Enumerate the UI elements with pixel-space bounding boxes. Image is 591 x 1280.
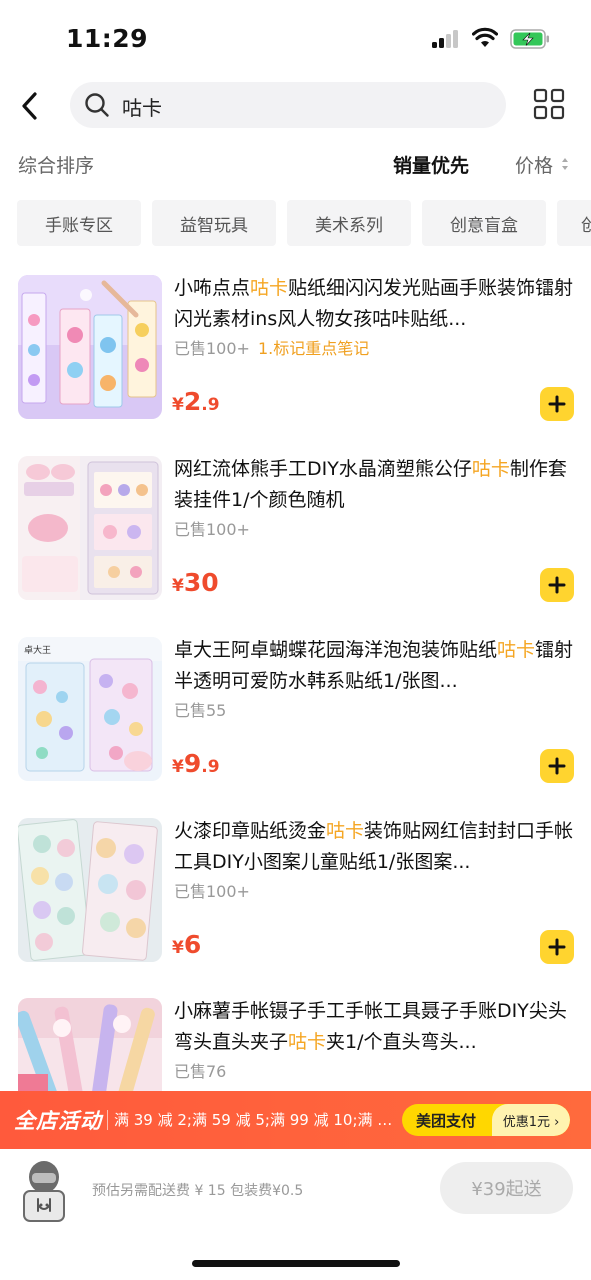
sort-price-button[interactable]: 价格 <box>515 151 553 178</box>
chevron-left-icon <box>22 92 37 120</box>
store-promo-bar[interactable]: 全店活动 满 39 减 2;满 59 减 5;满 99 减 10;满 1... … <box>0 1091 591 1149</box>
product-image[interactable] <box>18 456 162 600</box>
product-meta: 已售76 <box>174 1058 226 1082</box>
coupon-label: 优惠1元 › <box>492 1104 570 1136</box>
product-item[interactable]: 火漆印章贴纸烫金咕卡装饰贴网红信封封口手帐工具DIY小图案儿童贴纸1/张图案..… <box>0 818 591 998</box>
sold-count: 已售100+ <box>174 339 250 358</box>
product-title[interactable]: 火漆印章贴纸烫金咕卡装饰贴网红信封封口手帐工具DIY小图案儿童贴纸1/张图案..… <box>174 816 574 878</box>
product-meta: 已售100+ 1.标记重点笔记 <box>174 335 369 359</box>
sold-count: 已售100+ <box>174 520 250 539</box>
search-header: 咕卡 <box>0 78 591 134</box>
product-title[interactable]: 网红流体熊手工DIY水晶滴塑熊公仔咕卡制作套装挂件1/个颜色随机 <box>174 454 574 516</box>
meituan-pay-coupon[interactable]: 美团支付 优惠1元 › <box>402 1104 570 1136</box>
plus-icon <box>548 938 566 956</box>
category-chip[interactable]: 美术系列 <box>287 200 411 246</box>
sort-sales-button[interactable]: 销量优先 <box>393 151 469 178</box>
add-to-cart-button[interactable] <box>540 749 574 783</box>
search-input[interactable]: 咕卡 <box>70 82 506 128</box>
delivery-rider-icon[interactable] <box>18 1155 70 1225</box>
product-title[interactable]: 小麻薯手帐镊子手工手帐工具聂子手账DIY尖头弯头直头夹子咕卡夹1/个直头弯头..… <box>174 996 574 1058</box>
product-price: ¥9.9 <box>172 749 220 778</box>
promo-text: 满 39 减 2;满 59 减 5;满 99 减 10;满 1... <box>114 1111 396 1129</box>
sort-default-button[interactable]: 综合排序 <box>18 151 94 178</box>
sold-count: 已售55 <box>174 701 227 720</box>
product-image[interactable]: 卓大王 <box>18 637 162 781</box>
add-to-cart-button[interactable] <box>540 387 574 421</box>
promo-divider <box>107 1110 108 1130</box>
sold-count: 已售100+ <box>174 882 250 901</box>
product-item[interactable]: 小咘点点咕卡贴纸细闪闪发光贴画手账装饰镭射闪光素材ins风人物女孩咕咔贴纸...… <box>0 275 591 455</box>
product-price: ¥6 <box>172 930 202 959</box>
category-chip[interactable]: 创意文具 <box>557 200 591 246</box>
category-chip[interactable]: 手账专区 <box>17 200 141 246</box>
add-to-cart-button[interactable] <box>540 930 574 964</box>
min-order-button[interactable]: ¥39起送 <box>440 1162 573 1214</box>
plus-icon <box>548 576 566 594</box>
signal-icon <box>432 30 462 48</box>
back-button[interactable] <box>12 86 48 126</box>
category-chips: 手账专区 益智玩具 美术系列 创意盲盒 创意文具 <box>0 200 591 246</box>
sort-bar: 综合排序 销量优先 价格 <box>0 145 591 185</box>
battery-charging-icon <box>510 29 549 49</box>
pay-label: 美团支付 <box>416 1112 477 1130</box>
product-meta: 已售100+ <box>174 516 250 540</box>
product-meta: 已售55 <box>174 697 226 721</box>
delivery-fee-text: 预估另需配送费 ¥ 15 包装费¥0.5 <box>92 1183 304 1199</box>
product-tag: 1.标记重点笔记 <box>257 339 370 358</box>
product-image[interactable] <box>18 275 162 419</box>
product-meta: 已售100+ <box>174 878 250 902</box>
product-item[interactable]: 卓大王 卓大王阿卓蝴蝶花园海洋泡泡装饰贴纸咕卡镭射半透明可爱防水韩系贴纸1/张图… <box>0 637 591 817</box>
product-title[interactable]: 小咘点点咕卡贴纸细闪闪发光贴画手账装饰镭射闪光素材ins风人物女孩咕咔贴纸... <box>174 273 574 335</box>
grid-view-icon[interactable] <box>533 88 565 120</box>
svg-text:卓大王: 卓大王 <box>24 644 51 656</box>
add-to-cart-button[interactable] <box>540 568 574 602</box>
wifi-icon <box>472 27 498 47</box>
product-item[interactable]: 网红流体熊手工DIY水晶滴塑熊公仔咕卡制作套装挂件1/个颜色随机 已售100+ … <box>0 456 591 636</box>
product-price: ¥2.9 <box>172 387 220 416</box>
product-price: ¥30 <box>172 568 219 597</box>
product-title[interactable]: 卓大王阿卓蝴蝶花园海洋泡泡装饰贴纸咕卡镭射半透明可爱防水韩系贴纸1/张图... <box>174 635 574 697</box>
plus-icon <box>548 395 566 413</box>
status-time: 11:29 <box>66 24 149 53</box>
search-query: 咕卡 <box>122 96 162 120</box>
sold-count: 已售76 <box>174 1062 227 1081</box>
promo-title: 全店活动 <box>14 1109 102 1133</box>
search-icon <box>85 93 109 117</box>
plus-icon <box>548 757 566 775</box>
sort-arrows-icon <box>562 158 568 170</box>
product-image[interactable] <box>18 818 162 962</box>
home-indicator <box>192 1260 400 1267</box>
status-bar: 11:29 <box>0 0 591 78</box>
category-chip[interactable]: 创意盲盒 <box>422 200 546 246</box>
category-chip[interactable]: 益智玩具 <box>152 200 276 246</box>
cart-bar: 预估另需配送费 ¥ 15 包装费¥0.5 ¥39起送 <box>0 1149 591 1280</box>
